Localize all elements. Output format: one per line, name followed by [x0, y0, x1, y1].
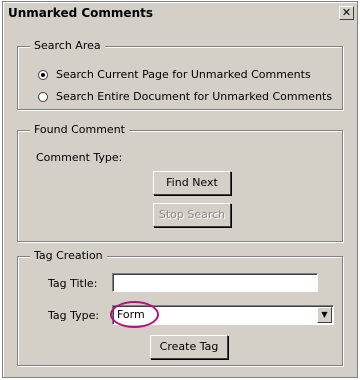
tag-type-label: Tag Type: — [48, 309, 100, 322]
close-icon: ✕ — [341, 6, 352, 19]
create-tag-button[interactable]: Create Tag — [150, 335, 228, 359]
unmarked-comments-dialog: Unmarked Comments ✕ Search Area Search C… — [2, 1, 358, 378]
radio-current-page-label: Search Current Page for Unmarked Comment… — [56, 68, 311, 81]
tag-title-input[interactable] — [112, 273, 318, 292]
search-area-legend: Search Area — [30, 39, 105, 52]
tag-creation-legend: Tag Creation — [30, 249, 107, 262]
find-next-button[interactable]: Find Next — [153, 171, 231, 195]
radio-entire-document-label: Search Entire Document for Unmarked Comm… — [56, 90, 333, 103]
dialog-title: Unmarked Comments — [8, 6, 153, 20]
radio-entire-document[interactable]: Search Entire Document for Unmarked Comm… — [38, 90, 332, 103]
stop-search-button[interactable]: Stop Search — [153, 203, 231, 227]
comment-type-label: Comment Type: — [36, 151, 123, 164]
radio-button-selected[interactable] — [38, 69, 48, 80]
tag-creation-group: Tag Creation Tag Title: Tag Type: Form ▼… — [17, 249, 343, 366]
tag-title-label: Tag Title: — [48, 277, 98, 290]
search-area-group: Search Area Search Current Page for Unma… — [17, 39, 343, 110]
radio-button-unselected[interactable] — [38, 91, 48, 102]
tag-type-select[interactable]: Form ▼ — [112, 305, 334, 325]
found-comment-group: Found Comment Comment Type: Find Next St… — [17, 123, 343, 242]
close-button[interactable]: ✕ — [339, 6, 354, 20]
tag-type-value: Form — [117, 308, 145, 321]
radio-current-page[interactable]: Search Current Page for Unmarked Comment… — [38, 68, 311, 81]
chevron-down-icon[interactable]: ▼ — [317, 307, 332, 323]
title-bar[interactable]: Unmarked Comments ✕ — [4, 3, 356, 23]
found-comment-legend: Found Comment — [30, 123, 129, 136]
